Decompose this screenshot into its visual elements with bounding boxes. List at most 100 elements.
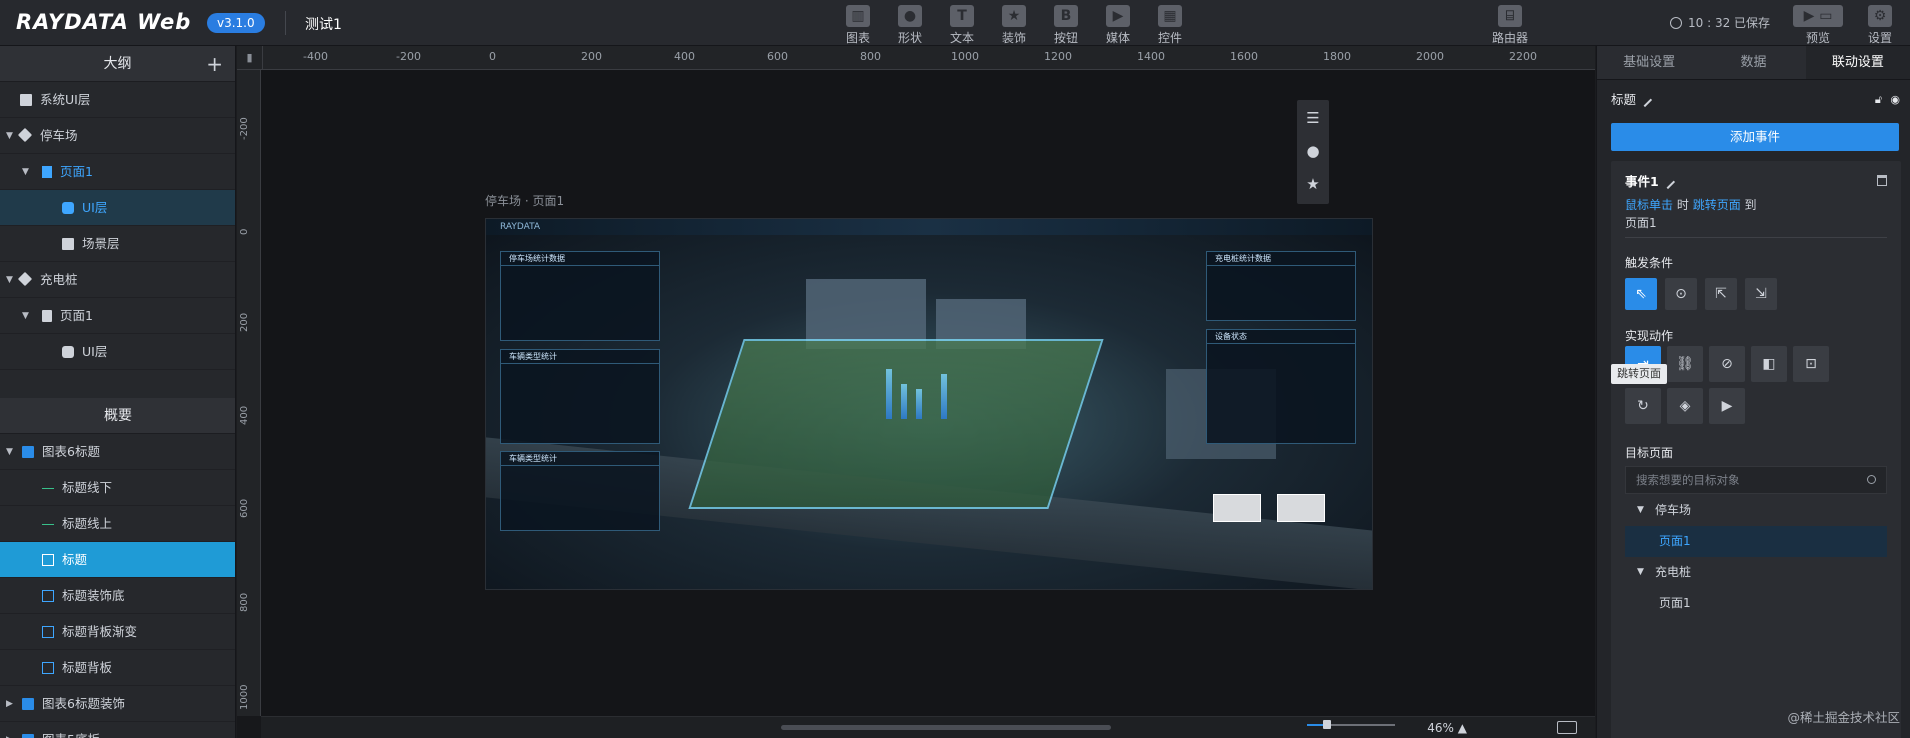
tool-shape-button[interactable]: ● 形状 — [888, 5, 932, 46]
caret-down-icon[interactable]: ▼ — [22, 154, 29, 190]
event-description: 鼠标单击 时 跳转页面 到 页面1 — [1625, 196, 1757, 232]
overview-item[interactable]: ▶ 图表6标题装饰 — [0, 686, 235, 722]
project-name[interactable]: 测试1 — [305, 14, 342, 34]
overview-item[interactable]: ▼ 图表6标题 — [0, 434, 235, 470]
caret-down-icon[interactable]: ▼ — [6, 434, 13, 470]
trigger-hover-in-button[interactable]: ⇱ — [1705, 278, 1737, 310]
action-data-button[interactable]: ⊡ — [1793, 346, 1829, 382]
trigger-hover-out-button[interactable]: ⇲ — [1745, 278, 1777, 310]
caret-down-icon[interactable]: ▼ — [22, 298, 29, 334]
zoom-level[interactable]: 46% ▲ — [1427, 721, 1467, 735]
inspector-panel: 基础设置 数据 联动设置 标题 🔓︎ ◉ 添加事件 事件1 鼠标单击 时 跳转页… — [1596, 46, 1910, 738]
trigger-link[interactable]: 鼠标单击 — [1625, 198, 1673, 212]
bar-marker — [941, 374, 947, 419]
caret-right-icon[interactable]: ▶ — [6, 686, 13, 722]
bar-marker — [901, 384, 907, 419]
video-placeholder — [1277, 494, 1325, 522]
edit-icon[interactable] — [1637, 92, 1653, 108]
ui-layer-icon — [62, 202, 74, 214]
edit-icon[interactable] — [1660, 174, 1675, 190]
outline-item[interactable]: 系统UI层 — [0, 82, 235, 118]
overview-item[interactable]: 标题线下 — [0, 470, 235, 506]
tool-chart-button[interactable]: ▥ 图表 — [836, 5, 880, 46]
settings-button[interactable]: ⚙ 设置 — [1858, 5, 1902, 46]
add-event-button[interactable]: 添加事件 — [1611, 123, 1899, 151]
overview-item-label: 标题背板渐变 — [62, 624, 138, 639]
star-icon[interactable]: ★ — [1297, 169, 1329, 199]
ruler-vertical[interactable]: -200 0 200 400 600 800 1000 — [237, 70, 261, 716]
preview-button[interactable]: ▶ ▭ 预览 — [1790, 5, 1846, 46]
dashboard-preview-screen[interactable]: RAYDATA 停车场统计数据 车辆类型统计 车辆类型统计 充电桩统计数据 设备… — [485, 218, 1373, 590]
tab-basic-settings[interactable]: 基础设置 — [1597, 46, 1701, 79]
overview-item[interactable]: 标题背板 — [0, 650, 235, 686]
eye-icon[interactable]: ◉ — [1890, 80, 1900, 120]
outline-item[interactable]: UI层 — [0, 334, 235, 370]
overview-header: 概要 — [0, 398, 235, 434]
ruler-corner-trash-icon[interactable]: ▮ — [237, 46, 263, 70]
unlock-icon[interactable]: 🔓︎ — [1875, 80, 1882, 120]
data-icon: ⊡ — [1805, 356, 1817, 372]
action-link-button[interactable]: ⛓ — [1667, 346, 1703, 382]
trash-icon[interactable] — [1877, 175, 1887, 186]
action-toggle-button[interactable]: ◧ — [1751, 346, 1787, 382]
screen-brand: RAYDATA — [500, 222, 541, 232]
target-search-input[interactable]: 搜索想要的目标对象 — [1625, 466, 1887, 494]
tool-label: 图表 — [845, 31, 870, 45]
tool-label: 按钮 — [1053, 31, 1078, 45]
line-icon — [42, 524, 54, 526]
keyboard-icon[interactable] — [1557, 721, 1577, 734]
caret-down-icon[interactable]: ▼ — [1637, 557, 1644, 588]
outline-item[interactable]: 场景层 — [0, 226, 235, 262]
overview-item[interactable]: 标题装饰底 — [0, 578, 235, 614]
tool-button-button[interactable]: B 按钮 — [1044, 5, 1088, 46]
target-tree-item[interactable]: ▼ 充电桩 — [1625, 557, 1887, 588]
router-label: 路由器 — [1491, 31, 1528, 45]
router-button[interactable]: ⌸ 路由器 — [1486, 5, 1534, 46]
caret-down-icon[interactable]: ▼ — [6, 262, 13, 298]
scene-layer-icon — [62, 238, 74, 250]
outline-item-label: 场景层 — [82, 236, 120, 251]
ruler-label: -400 — [303, 50, 328, 63]
outline-item[interactable]: ▼ 充电桩 — [0, 262, 235, 298]
ruler-label: 1800 — [1323, 50, 1351, 63]
horizontal-scrollbar[interactable] — [781, 725, 1111, 730]
target-tree-item[interactable]: ▼ 停车场 — [1625, 495, 1887, 526]
panel-title: 充电桩统计数据 — [1207, 252, 1355, 266]
action-link[interactable]: 跳转页面 — [1693, 198, 1741, 212]
overview-item[interactable]: ▶ 图表5底板 — [0, 722, 235, 738]
outline-item[interactable]: ▼ 页面1 — [0, 298, 235, 334]
overview-item[interactable]: 标题线上 — [0, 506, 235, 542]
sliders-icon[interactable]: ☰ — [1297, 103, 1329, 133]
action-video-button[interactable]: ▶ — [1709, 388, 1745, 424]
tool-media-button[interactable]: ▶ 媒体 — [1096, 5, 1140, 46]
tool-decoration-button[interactable]: ★ 装饰 — [992, 5, 1036, 46]
tool-control-button[interactable]: ▦ 控件 — [1148, 5, 1192, 46]
outline-title: 大纲 — [103, 56, 132, 72]
trigger-dblclick-button[interactable]: ⊙ — [1665, 278, 1697, 310]
caret-down-icon[interactable]: ▼ — [6, 118, 13, 154]
overview-item[interactable]: 标题背板渐变 — [0, 614, 235, 650]
tool-text-button[interactable]: T 文本 — [940, 5, 984, 46]
action-hide-button[interactable]: ⊘ — [1709, 346, 1745, 382]
action-model-button[interactable]: ◈ — [1667, 388, 1703, 424]
caret-right-icon[interactable]: ▶ — [6, 722, 13, 738]
user-icon[interactable]: ● — [1297, 136, 1329, 166]
target-tree-item[interactable]: 页面1 — [1625, 588, 1887, 619]
ruler-horizontal[interactable]: -400 -200 0 200 400 600 800 1000 1200 14… — [263, 46, 1595, 70]
action-camera-button[interactable]: ↻ — [1625, 388, 1661, 424]
overview-item[interactable]: 标题 — [0, 542, 235, 578]
text-icon — [42, 554, 54, 566]
tab-data[interactable]: 数据 — [1701, 46, 1805, 79]
add-layer-icon[interactable]: + — [206, 46, 223, 82]
outline-item[interactable]: ▼ 停车场 — [0, 118, 235, 154]
outline-item[interactable]: ▼ 页面1 — [0, 154, 235, 190]
target-tree-item[interactable]: 页面1 — [1625, 526, 1887, 557]
cursor-leave-icon: ⇲ — [1755, 286, 1767, 302]
outline-item[interactable]: UI层 — [0, 190, 235, 226]
trigger-click-button[interactable]: ⇖ — [1625, 278, 1657, 310]
caret-down-icon[interactable]: ▼ — [1637, 495, 1644, 526]
cursor-double-icon: ⊙ — [1675, 286, 1687, 302]
ruler-label: 800 — [860, 50, 881, 63]
zoom-slider-knob[interactable] — [1323, 720, 1331, 729]
tab-linkage-settings[interactable]: 联动设置 — [1805, 46, 1910, 79]
